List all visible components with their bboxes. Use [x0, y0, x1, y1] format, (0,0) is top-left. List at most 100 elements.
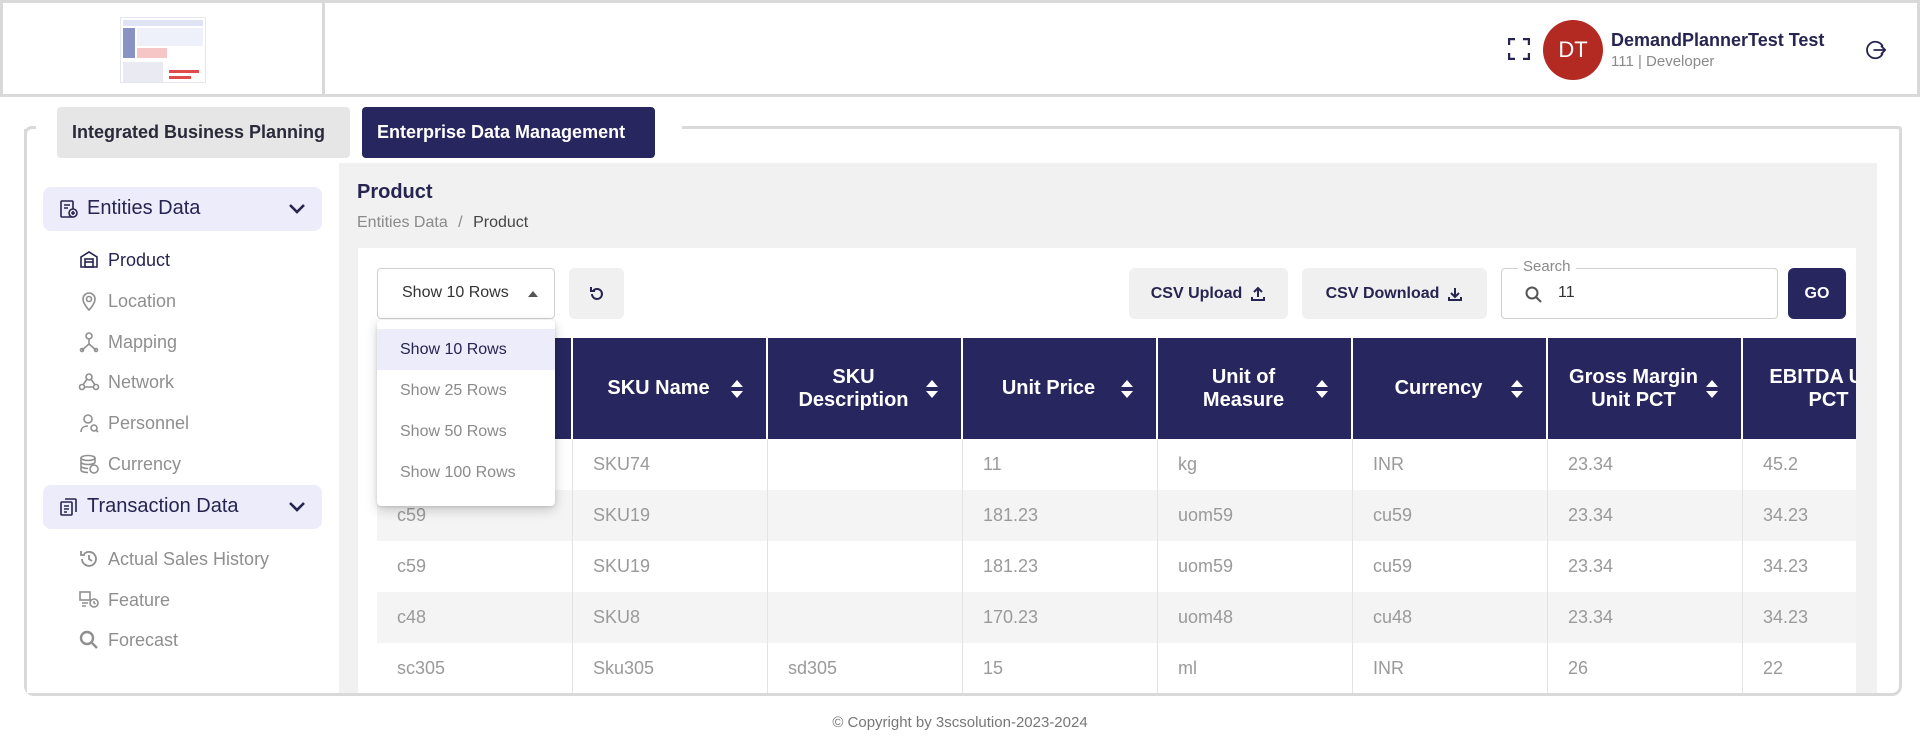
column-header-label: Gross Margin Unit PCT — [1569, 365, 1698, 411]
csv-upload-button[interactable]: CSV Upload — [1129, 268, 1288, 319]
sidebar: Entities Data Product Location Mapping N… — [27, 163, 338, 693]
table-cell: uom48 — [1158, 592, 1353, 643]
rows-per-page-dropdown: Show 10 Rows Show 25 Rows Show 50 Rows S… — [377, 320, 555, 506]
sidebar-item-personnel[interactable]: Personnel — [78, 408, 189, 438]
search-icon — [79, 630, 98, 649]
column-header-currency[interactable]: Currency — [1353, 338, 1548, 439]
sort-icon[interactable] — [730, 379, 744, 399]
table-cell: 181.23 — [963, 541, 1158, 592]
table-cell: cu59 — [1353, 490, 1548, 541]
column-header-gross-margin[interactable]: Gross Margin Unit PCT — [1548, 338, 1743, 439]
rows-per-page-select[interactable]: Show 10 Rows — [377, 268, 555, 319]
table-row[interactable]: c48 SKU8 170.23 uom48 cu48 23.34 34.23 — [377, 592, 1856, 643]
table-cell: sc305 — [377, 643, 573, 693]
page-title: Product — [357, 181, 433, 203]
table-cell: INR — [1353, 439, 1548, 490]
csv-upload-label: CSV Upload — [1150, 284, 1243, 302]
sort-icon[interactable] — [1705, 379, 1719, 399]
column-header-sku-description[interactable]: SKU Description — [768, 338, 963, 439]
data-card: Show 10 Rows CSV Upload CSV Download 11 … — [358, 248, 1856, 693]
refresh-button[interactable] — [569, 268, 624, 319]
sidebar-item-actual-sales-history[interactable]: Actual Sales History — [78, 544, 269, 574]
sidebar-group-transaction-data[interactable]: Transaction Data — [43, 485, 322, 529]
sort-icon[interactable] — [925, 379, 939, 399]
feature-icon — [79, 591, 99, 608]
column-header-label: SKU Description — [798, 365, 909, 411]
column-header-label: EBITDA Unit PCT — [1769, 365, 1856, 411]
footer-copyright: © Copyright by 3scsolution-2023-2024 — [832, 714, 1088, 731]
sidebar-item-label: Product — [108, 249, 171, 270]
tab-integrated-business-planning[interactable]: Integrated Business Planning — [57, 107, 350, 158]
column-header-unit-of-measure[interactable]: Unit of Measure — [1158, 338, 1353, 439]
sort-icon[interactable] — [1120, 379, 1134, 399]
tab-enterprise-data-management[interactable]: Enterprise Data Management — [362, 107, 655, 158]
column-header-label: SKU Name — [607, 377, 710, 399]
caret-up-icon — [528, 291, 538, 297]
table-cell: Sku305 — [573, 643, 768, 693]
location-icon — [82, 292, 96, 312]
csv-download-button[interactable]: CSV Download — [1302, 268, 1487, 319]
table-cell: cu48 — [1353, 592, 1548, 643]
personnel-icon — [80, 414, 99, 433]
sort-icon[interactable] — [1510, 379, 1524, 399]
sidebar-group-entities-data[interactable]: Entities Data — [43, 187, 322, 231]
sidebar-item-feature[interactable]: Feature — [78, 585, 170, 615]
dropdown-option-50-rows[interactable]: Show 50 Rows — [377, 411, 555, 452]
currency-icon — [80, 454, 99, 474]
dropdown-option-100-rows[interactable]: Show 100 Rows — [377, 452, 555, 493]
table-cell — [768, 592, 963, 643]
table-cell: 11 — [963, 439, 1158, 490]
entities-data-icon — [60, 200, 78, 218]
history-icon — [80, 551, 97, 567]
table-cell: c59 — [377, 541, 573, 592]
rows-per-page-value: Show 10 Rows — [402, 284, 509, 301]
column-header-unit-price[interactable]: Unit Price — [963, 338, 1158, 439]
logo-container — [3, 3, 325, 97]
column-header-sku-name[interactable]: SKU Name — [573, 338, 768, 439]
breadcrumb-current: Product — [473, 214, 529, 231]
logout-icon[interactable] — [1865, 39, 1887, 61]
sidebar-item-product[interactable]: Product — [78, 245, 170, 275]
column-header-label: Unit of Measure — [1202, 365, 1285, 411]
table-cell: c48 — [377, 592, 573, 643]
sort-icon[interactable] — [1315, 379, 1329, 399]
sidebar-item-mapping[interactable]: Mapping — [78, 327, 177, 357]
sidebar-item-label: Location — [108, 290, 177, 311]
go-button[interactable]: GO — [1788, 268, 1846, 319]
table-cell: uom59 — [1158, 490, 1353, 541]
product-icon — [80, 251, 98, 268]
table-cell: 34.23 — [1743, 541, 1856, 592]
table-row[interactable]: c59 SKU19 181.23 uom59 cu59 23.34 34.23 — [377, 490, 1856, 541]
sidebar-item-forecast[interactable]: Forecast — [78, 625, 178, 655]
table-cell: 22 — [1743, 643, 1856, 693]
chevron-down-icon[interactable] — [288, 201, 306, 217]
table-cell: 26 — [1548, 643, 1743, 693]
table-row[interactable]: SKU74 11 kg INR 23.34 45.2 — [377, 439, 1856, 490]
dropdown-option-25-rows[interactable]: Show 25 Rows — [377, 370, 555, 411]
table-cell: 34.23 — [1743, 490, 1856, 541]
download-icon — [1448, 287, 1463, 301]
sidebar-item-network[interactable]: Network — [78, 367, 174, 397]
sidebar-item-currency[interactable]: Currency — [78, 449, 181, 479]
breadcrumb-parent[interactable]: Entities Data — [357, 214, 448, 231]
sidebar-item-location[interactable]: Location — [78, 286, 176, 316]
column-header-label: Unit Price — [1001, 377, 1096, 399]
dropdown-option-10-rows[interactable]: Show 10 Rows — [377, 329, 555, 370]
table-cell: 23.34 — [1548, 439, 1743, 490]
chevron-down-icon[interactable] — [288, 499, 306, 515]
table-cell: SKU19 — [573, 490, 768, 541]
table-cell: 23.34 — [1548, 490, 1743, 541]
table-cell: 45.2 — [1743, 439, 1856, 490]
table-cell: 170.23 — [963, 592, 1158, 643]
table-row[interactable]: c59 SKU19 181.23 uom59 cu59 23.34 34.23 — [377, 541, 1856, 592]
search-input[interactable]: 11 — [1501, 268, 1778, 319]
sidebar-item-label: Actual Sales History — [108, 548, 270, 569]
fullscreen-icon[interactable] — [1508, 38, 1530, 60]
column-header-ebitda[interactable]: EBITDA Unit PCT — [1743, 338, 1856, 439]
table-header: SKU Name SKU Description Unit Price Unit… — [377, 338, 1856, 439]
avatar[interactable]: DT — [1543, 20, 1603, 80]
company-logo[interactable] — [120, 17, 206, 83]
table-row[interactable]: sc305 Sku305 sd305 15 ml INR 26 22 — [377, 643, 1856, 693]
sidebar-item-label: Forecast — [108, 629, 179, 650]
table-cell: SKU74 — [573, 439, 768, 490]
